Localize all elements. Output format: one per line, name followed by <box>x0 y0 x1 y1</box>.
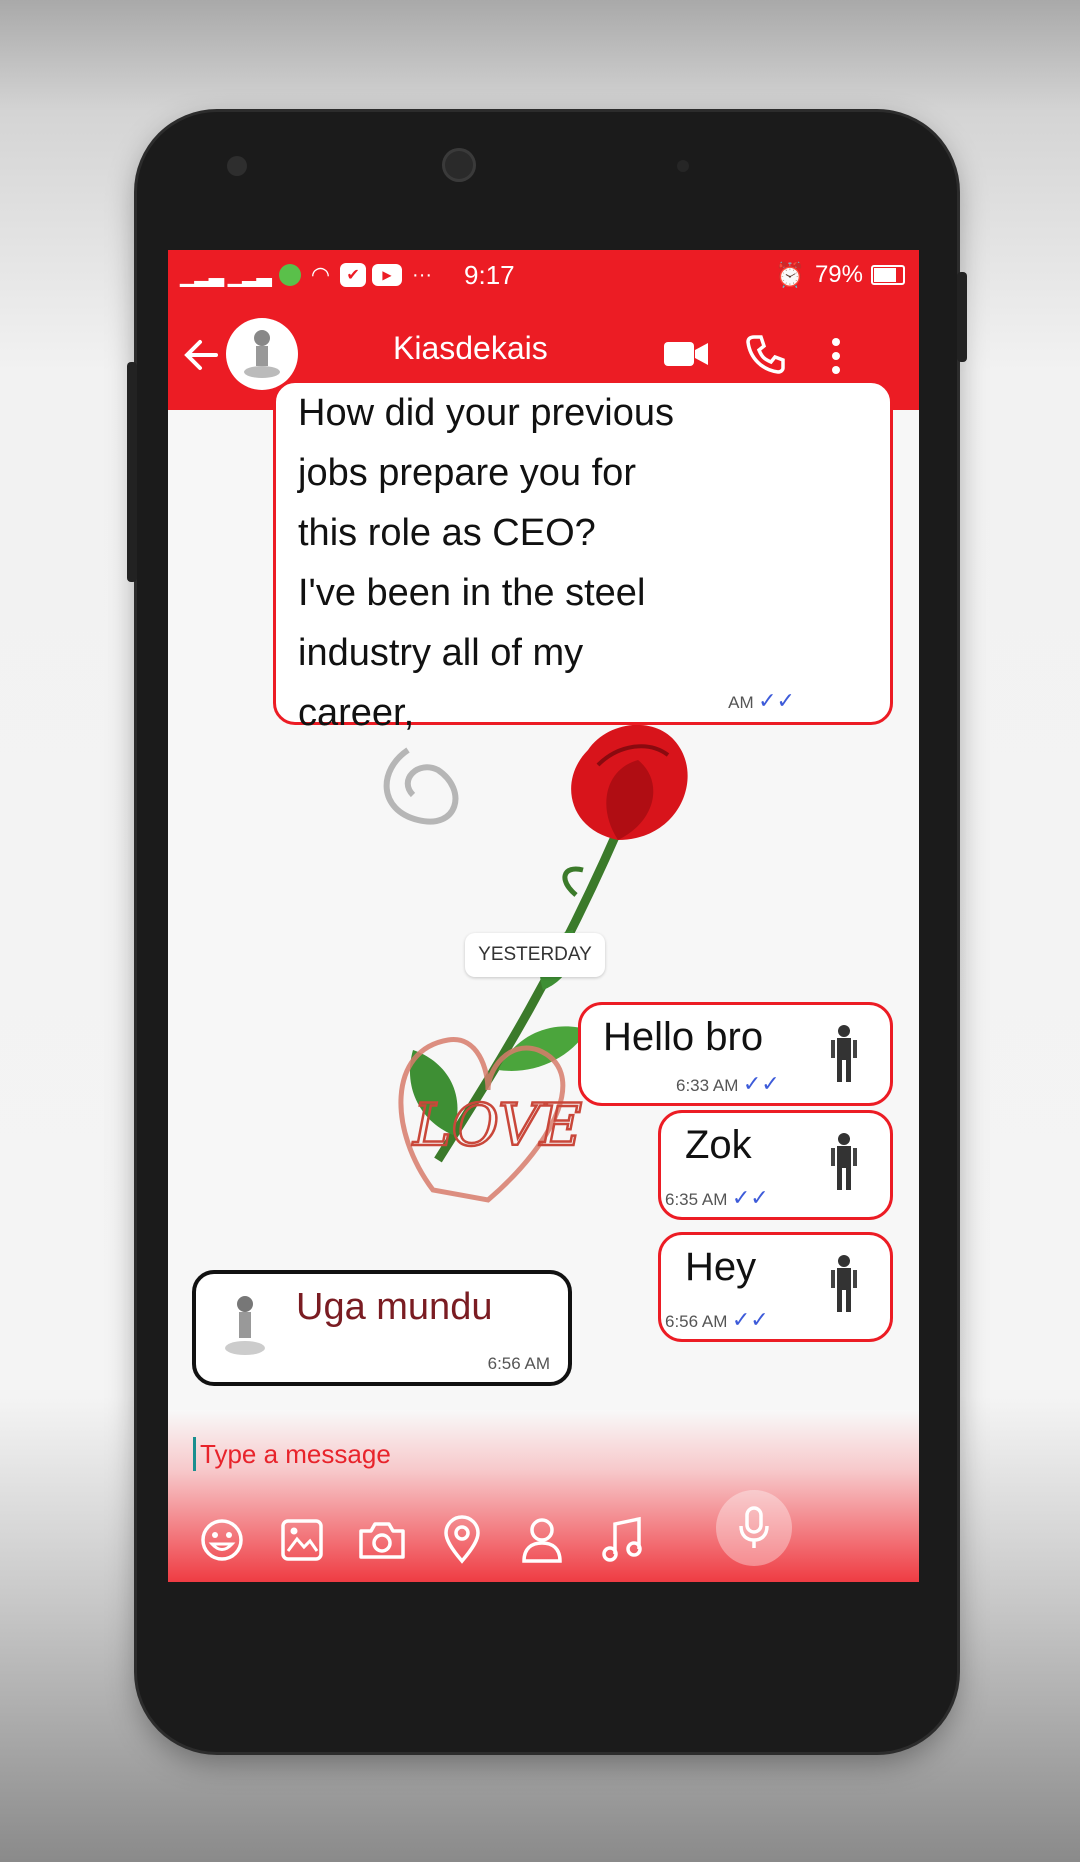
video-call-icon[interactable] <box>663 338 709 370</box>
gallery-icon[interactable] <box>272 1510 332 1570</box>
contact-name[interactable]: Kiasdekais <box>393 330 548 367</box>
message-text: Zok <box>685 1123 752 1167</box>
avatar-figure-icon <box>244 330 280 378</box>
read-ticks-icon: ✓✓ <box>731 1185 769 1210</box>
message-bubble-outgoing[interactable]: Hey 6:56 AM ✓✓ <box>658 1232 893 1342</box>
phone-side-button <box>957 272 967 362</box>
message-text: Hey <box>685 1245 757 1289</box>
emoji-icon[interactable] <box>192 1510 252 1570</box>
message-line: this role as CEO? <box>298 512 596 554</box>
more-notifications-icon: ··· <box>412 263 433 286</box>
sensor <box>677 160 689 172</box>
mic-button[interactable] <box>716 1490 792 1566</box>
love-art-text: LOVE <box>412 1091 582 1159</box>
read-ticks-icon: ✓✓ <box>758 688 795 713</box>
message-line: jobs prepare you for <box>298 452 636 494</box>
text-caret <box>193 1437 196 1471</box>
message-bubble-received[interactable]: Uga mundu 6:56 AM <box>192 1270 572 1386</box>
date-separator: YESTERDAY <box>465 933 605 977</box>
front-camera <box>227 156 247 176</box>
message-time: AM <box>728 693 754 712</box>
sender-avatar-icon <box>225 1296 265 1355</box>
music-icon[interactable] <box>592 1510 652 1570</box>
read-ticks-icon: ✓✓ <box>731 1307 769 1332</box>
alarm-icon: ⏰ <box>775 261 805 289</box>
signal-icon: ▁▂▃ ▁▂▃ <box>180 264 272 287</box>
composer: Type a message <box>168 1410 919 1582</box>
more-options-icon[interactable] <box>828 336 844 376</box>
phone-side-button <box>127 362 137 582</box>
message-bubble-outgoing[interactable]: Zok 6:35 AM ✓✓ <box>658 1110 893 1220</box>
phone-call-icon[interactable] <box>746 334 786 374</box>
wifi-icon: ◠ <box>310 262 331 287</box>
message-text: Hello bro <box>603 1015 764 1059</box>
pocket-icon: ✔ <box>340 263 367 287</box>
earpiece <box>442 148 476 182</box>
message-bubble-long[interactable]: How did your previous jobs prepare you f… <box>273 380 893 734</box>
mic-icon <box>739 1506 769 1548</box>
robot-figure-icon <box>831 1133 857 1190</box>
back-arrow-icon[interactable] <box>182 336 220 374</box>
message-input-placeholder: Type a message <box>200 1438 391 1469</box>
avatar[interactable] <box>226 318 298 390</box>
battery-percent: 79% <box>814 261 863 288</box>
app-notification-icon <box>278 264 301 286</box>
message-bubble-outgoing[interactable]: Hello bro 6:33 AM ✓✓ <box>578 1002 893 1106</box>
clock: 9:17 <box>464 259 515 290</box>
message-time: 6:56 AM <box>487 1354 550 1373</box>
youtube-icon: ▶ <box>372 264 403 286</box>
message-list[interactable]: LOVE How did your previous jobs prepare … <box>168 380 919 1410</box>
message-text: Uga mundu <box>296 1286 493 1328</box>
message-line: industry all of my <box>298 632 584 674</box>
location-icon[interactable] <box>432 1510 492 1570</box>
battery-icon <box>871 265 905 285</box>
message-line: How did your previous <box>298 392 674 434</box>
read-ticks-icon: ✓✓ <box>742 1071 780 1096</box>
chat-screen: ▁▂▃ ▁▂▃ ◠ ✔ ▶ ··· 9:17 ⏰ 79% Kiasdekais <box>168 250 919 1582</box>
message-time: 6:56 AM <box>665 1312 728 1331</box>
message-time: 6:33 AM <box>676 1076 739 1095</box>
message-line: I've been in the steel <box>298 572 646 614</box>
robot-figure-icon <box>831 1025 857 1082</box>
camera-icon[interactable] <box>352 1510 412 1570</box>
status-bar: ▁▂▃ ▁▂▃ ◠ ✔ ▶ ··· 9:17 ⏰ 79% <box>168 250 919 300</box>
contact-icon[interactable] <box>512 1510 572 1570</box>
message-time: 6:35 AM <box>665 1190 728 1209</box>
message-input[interactable]: Type a message <box>193 1432 693 1476</box>
robot-figure-icon <box>831 1255 857 1312</box>
